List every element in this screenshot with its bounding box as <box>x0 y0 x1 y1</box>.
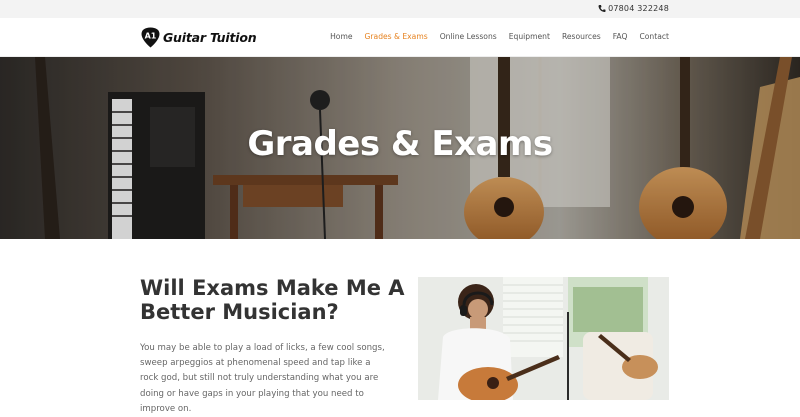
phone-contact[interactable]: 07804 322248 <box>598 4 669 13</box>
main-nav: Home Grades & Exams Online Lessons Equip… <box>330 32 669 41</box>
phone-icon <box>598 5 606 12</box>
hero-title: Grades & Exams <box>247 124 553 164</box>
nav-resources[interactable]: Resources <box>562 32 601 41</box>
nav-online-lessons[interactable]: Online Lessons <box>440 32 497 41</box>
top-bar: 07804 322248 <box>0 0 800 18</box>
phone-number[interactable]: 07804 322248 <box>608 4 669 13</box>
section-paragraph: You may be able to play a load of licks,… <box>140 343 385 414</box>
nav-equipment[interactable]: Equipment <box>509 32 550 41</box>
logo-text: Guitar Tuition <box>163 30 257 45</box>
section-heading: Will Exams Make Me A Better Musician? <box>140 276 405 324</box>
site-header: A1 Guitar Tuition Home Grades & Exams On… <box>0 18 800 57</box>
nav-contact[interactable]: Contact <box>639 32 669 41</box>
nav-home[interactable]: Home <box>330 32 352 41</box>
logo-pick-icon: A1 <box>141 27 160 48</box>
nav-faq[interactable]: FAQ <box>613 32 628 41</box>
hero-banner: Grades & Exams <box>0 57 800 239</box>
site-logo[interactable]: A1 Guitar Tuition <box>141 27 257 48</box>
guitarist-photo <box>418 277 669 400</box>
nav-grades-exams[interactable]: Grades & Exams <box>365 32 428 41</box>
logo-mark-text: A1 <box>145 32 157 41</box>
